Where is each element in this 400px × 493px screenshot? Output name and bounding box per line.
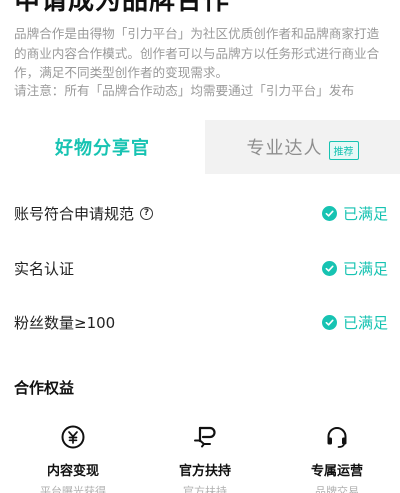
benefit-item: 专属运营 品牌交易 <box>277 424 397 493</box>
status-text: 已满足 <box>342 204 388 223</box>
recommend-badge: 推荐 <box>328 140 359 160</box>
requirement-status: 已满足 <box>321 203 388 224</box>
support-hand-icon <box>192 424 218 450</box>
intro-description: 品牌合作是由得物「引力平台」为社区优质创作者和品牌商家打造的商业内容合作模式。创… <box>14 24 390 83</box>
status-text: 已满足 <box>342 313 388 332</box>
tab-good-item-sharer[interactable]: 好物分享官 <box>0 120 205 174</box>
benefit-name: 官方扶持 <box>178 464 231 479</box>
role-tabs: 好物分享官 专业达人 推荐 <box>0 120 400 174</box>
benefit-item: 内容变现 平台曝光获得 <box>13 424 133 493</box>
requirement-label: 账号符合申请规范 <box>14 204 135 223</box>
intro-notice: 请注意：所有「品牌合作动态」均需要通过「引力平台」发布 <box>14 83 355 98</box>
headset-icon <box>324 424 350 450</box>
check-circle-icon <box>321 205 337 221</box>
requirement-label-wrap: 粉丝数量≥100 <box>14 312 115 333</box>
requirement-label-wrap: 账号符合申请规范 ? <box>14 203 154 224</box>
requirement-row: 账号符合申请规范 ? 已满足 <box>14 198 388 228</box>
check-circle-icon <box>321 260 337 276</box>
requirement-status: 已满足 <box>321 312 388 333</box>
requirement-row: 实名认证 已满足 <box>14 253 388 283</box>
benefit-name: 内容变现 <box>46 464 99 479</box>
page-title: 申请成为品牌合作 <box>14 0 231 16</box>
requirement-label: 实名认证 <box>14 259 75 278</box>
benefits-list: 内容变现 平台曝光获得 官方扶持 官方扶持 专属运营 品牌交易 <box>0 424 400 493</box>
benefit-sub: 品牌交易 <box>315 485 359 493</box>
intro-description-text: 品牌合作是由得物「引力平台」为社区优质创作者和品牌商家打造的商业内容合作模式。创… <box>14 26 380 80</box>
benefit-name: 专属运营 <box>310 464 363 479</box>
benefit-item: 官方扶持 官方扶持 <box>145 424 265 493</box>
benefit-sub: 平台曝光获得 <box>40 485 106 493</box>
requirement-label: 粉丝数量≥100 <box>14 313 116 332</box>
requirement-status: 已满足 <box>321 258 388 279</box>
tab-label: 专业达人 <box>246 138 323 159</box>
status-text: 已满足 <box>342 259 388 278</box>
requirement-label-wrap: 实名认证 <box>14 258 74 279</box>
brand-cooperation-page: 申请成为品牌合作 品牌合作是由得物「引力平台」为社区优质创作者和品牌商家打造的商… <box>0 0 400 493</box>
help-icon[interactable]: ? <box>140 206 154 220</box>
check-circle-icon <box>321 314 337 330</box>
benefits-section-title: 合作权益 <box>14 379 75 397</box>
yen-coin-icon <box>60 424 86 450</box>
benefit-sub: 官方扶持 <box>183 485 227 493</box>
tab-label: 好物分享官 <box>55 138 150 159</box>
requirement-row: 粉丝数量≥100 已满足 <box>14 307 388 337</box>
tab-professional-expert[interactable]: 专业达人 推荐 <box>205 120 400 174</box>
